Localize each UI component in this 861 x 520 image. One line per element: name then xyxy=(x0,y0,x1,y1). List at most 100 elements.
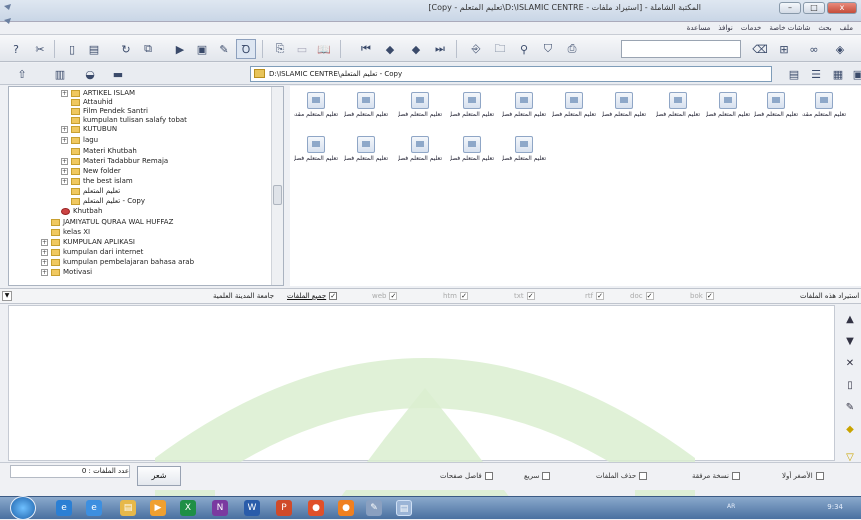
tree-item[interactable]: Khutbah xyxy=(61,207,102,216)
diamond-icon[interactable]: ◈ xyxy=(830,39,850,59)
open-icon[interactable]: ⎆ xyxy=(466,39,486,59)
tree-item[interactable]: تعليم المتعلم xyxy=(71,187,120,196)
folder-icon[interactable]: 🗀 xyxy=(490,39,510,59)
expand-icon[interactable]: + xyxy=(41,238,48,246)
file-item[interactable]: تعليم المتعلم فصل 3 في xyxy=(656,92,700,132)
binoculars-icon[interactable]: ⚲ xyxy=(514,39,534,59)
bookmark-icon[interactable]: ⛉ xyxy=(538,39,558,59)
list-icon[interactable]: ▤ xyxy=(84,39,104,59)
onenote-icon[interactable]: N xyxy=(212,500,228,516)
expand-icon[interactable]: + xyxy=(61,136,68,144)
tree-scrollbar[interactable] xyxy=(271,87,283,285)
view-details-icon[interactable]: ▤ xyxy=(784,64,804,84)
copy-icon[interactable]: ⧉ xyxy=(138,39,158,59)
view-list-icon[interactable]: ☰ xyxy=(806,64,826,84)
image-icon[interactable]: ▣ xyxy=(192,39,212,59)
expand-icon[interactable]: + xyxy=(61,125,68,133)
powerpoint-icon[interactable]: P xyxy=(276,500,292,516)
type-doc-checkbox[interactable]: ✓doc xyxy=(630,292,654,300)
type-txt-checkbox[interactable]: ✓txt xyxy=(514,292,535,300)
book-icon[interactable]: 📖 xyxy=(314,39,334,59)
pencil-icon[interactable]: ✎ xyxy=(214,39,234,59)
delete-icon[interactable]: ✕ xyxy=(841,355,859,373)
type-bok-checkbox[interactable]: ✓bok xyxy=(690,292,714,300)
start-button[interactable] xyxy=(10,496,36,520)
expand-icon[interactable]: + xyxy=(41,268,48,276)
new-page-icon[interactable]: ▯ xyxy=(62,39,82,59)
expand-icon[interactable]: + xyxy=(61,157,68,165)
type-web-checkbox[interactable]: ✓web xyxy=(372,292,398,300)
file-item[interactable]: تعليم المتعلم مقدمات xyxy=(294,92,338,132)
expand-icon[interactable]: + xyxy=(61,177,68,185)
language-indicator[interactable]: AR xyxy=(727,503,735,510)
tree-item-selected[interactable]: تعليم المتعلم - Copy xyxy=(71,197,145,206)
menu-item-windows[interactable]: نوافذ xyxy=(718,22,733,34)
expand-icon[interactable]: + xyxy=(41,248,48,256)
file-item[interactable]: تعليم المتعلم فصل 5 في ا xyxy=(398,136,442,176)
page-settings-icon[interactable]: ⎘ xyxy=(270,39,290,59)
app-icon[interactable]: ● xyxy=(338,500,354,516)
clock[interactable]: 9:34 xyxy=(827,503,843,511)
menu-item-special-screens[interactable]: شاشات خاصة xyxy=(769,22,810,34)
next-icon[interactable]: ◆ xyxy=(406,39,426,59)
type-rtf-checkbox[interactable]: ✓rtf xyxy=(585,292,605,300)
menu-item-search[interactable]: بحث xyxy=(818,22,831,34)
tree-item[interactable]: Materi Khutbah xyxy=(71,147,137,156)
media-icon[interactable]: ▶ xyxy=(150,500,166,516)
tree-item[interactable]: Film Pendek Santri xyxy=(71,107,148,116)
scrollbar-thumb[interactable] xyxy=(273,185,282,205)
up-folder-icon[interactable]: ⇧ xyxy=(12,64,32,84)
attached-copy-checkbox[interactable]: نسخة مرفقة xyxy=(692,472,740,480)
active-window-icon[interactable]: ▤ xyxy=(396,500,412,516)
search-input[interactable] xyxy=(621,40,741,58)
view-thumbs-icon[interactable]: ▣ xyxy=(848,64,861,84)
file-item[interactable]: تعليم المتعلم مقدمات xyxy=(802,92,846,132)
excel-icon[interactable]: X xyxy=(180,500,196,516)
link-icon[interactable]: ∞ xyxy=(804,39,824,59)
menu-item-help[interactable]: مساعدة xyxy=(687,22,711,34)
file-item[interactable]: تعليم المتعلم فصل 5 في ا xyxy=(450,136,494,176)
tree-item[interactable]: + kumpulan dari internet xyxy=(41,248,143,257)
poetry-button[interactable]: شعر xyxy=(137,466,181,486)
chrome-icon[interactable]: ● xyxy=(308,500,324,516)
tree-item[interactable]: + kumpulan pembelajaran bahasa arab xyxy=(41,258,194,267)
move-down-icon[interactable]: ▼ xyxy=(841,333,859,351)
explorer-icon[interactable]: ▤ xyxy=(120,500,136,516)
forward-icon[interactable]: ▶ xyxy=(170,39,190,59)
open-folder-icon[interactable]: ◒ xyxy=(80,64,100,84)
file-item[interactable]: تعليم المتعلم فصل 2 في xyxy=(502,92,546,132)
tree-item[interactable]: Attauhid xyxy=(71,98,113,107)
menu-item-services[interactable]: خدمات xyxy=(741,22,761,34)
tree-item[interactable]: + New folder xyxy=(61,167,121,176)
file-item[interactable]: تعليم المتعلم فصل 1 في م xyxy=(344,92,388,132)
grid-icon[interactable]: ⊞ xyxy=(774,39,794,59)
close-button[interactable]: x xyxy=(827,2,857,14)
menu-item-file[interactable]: ملف xyxy=(840,22,853,34)
first-page-icon[interactable]: ⏮ xyxy=(356,39,376,59)
tree-item[interactable]: kumpulan tulisan salafy tobat xyxy=(71,116,187,125)
diamond-icon[interactable]: ◆ xyxy=(841,421,859,439)
tools-icon[interactable]: ✂ xyxy=(30,39,50,59)
tree-item[interactable]: + ARTIKEL ISLAM xyxy=(61,89,135,98)
word-icon[interactable]: W xyxy=(244,500,260,516)
view-icons-icon[interactable]: ▦ xyxy=(828,64,848,84)
file-item[interactable]: تعليم المتعلم فصل 4 في xyxy=(706,92,750,132)
format-icon[interactable]: Ꝺ xyxy=(236,39,256,59)
delete-files-checkbox[interactable]: حذف الملفات xyxy=(596,472,648,480)
address-bar[interactable]: D:\ISLAMIC CENTRE\تعليم المتعلم - Copy ▼ xyxy=(250,66,772,82)
library-icon[interactable]: ▥ xyxy=(50,64,70,84)
tree-item[interactable]: + Materi Tadabbur Remaja xyxy=(61,157,168,166)
smallest-first-checkbox[interactable]: الأصغر أولا xyxy=(782,472,824,480)
expand-icon[interactable]: + xyxy=(61,167,68,175)
file-item[interactable]: تعليم المتعلم فصل 4 في xyxy=(294,136,338,176)
file-item[interactable]: تعليم المتعلم فصل 5 في ا xyxy=(502,136,546,176)
browser-icon[interactable]: e xyxy=(86,500,102,516)
all-files-checkbox[interactable]: ✓جميع الملفات xyxy=(287,292,338,300)
tree-item[interactable]: + KUMPULAN APLIKASI xyxy=(41,238,135,247)
page-icon[interactable]: ▯ xyxy=(841,377,859,395)
print-icon[interactable]: ⎙ xyxy=(562,39,582,59)
minimize-button[interactable]: – xyxy=(779,2,801,14)
previous-icon[interactable]: ◆ xyxy=(380,39,400,59)
tree-item[interactable]: + the best islam xyxy=(61,177,133,186)
tree-item[interactable]: kelas XI xyxy=(51,228,90,237)
